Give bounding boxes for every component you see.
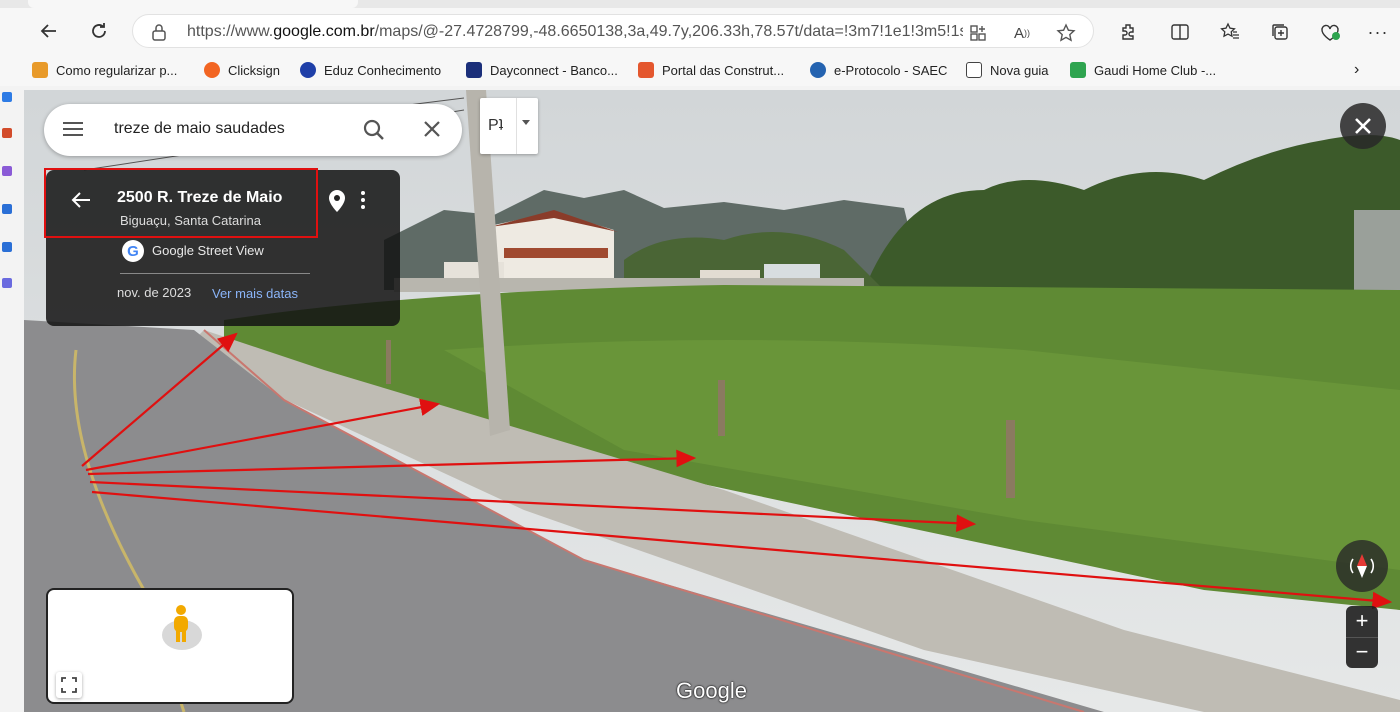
pegman-icon [170,604,192,649]
pegman-selector-label: Pʇ [488,117,504,134]
bookmarks-bar: Como regularizar p... Clicksign Eduz Con… [0,54,1400,86]
sidebar-icon-5[interactable] [2,166,12,176]
chevron-down-icon[interactable] [522,120,530,125]
capture-date: nov. de 2023 [117,285,192,300]
bookmark-item[interactable]: Clicksign [204,60,280,80]
search-icon[interactable] [362,118,386,147]
sidebar-icon-3[interactable] [2,92,12,102]
chevron-right-icon[interactable]: › [1354,60,1359,80]
more-options-icon[interactable] [360,190,366,215]
bookmark-item[interactable]: e-Protocolo - SAEC [810,60,947,80]
sidebar-icon-7[interactable] [2,242,12,252]
bookmark-favicon-icon [300,62,316,78]
browser-essentials-icon[interactable] [1318,20,1342,44]
browser-toolbar: https://www.google.com.br/maps/@-27.4728… [0,8,1400,54]
url-text[interactable]: https://www.google.com.br/maps/@-27.4728… [187,23,963,41]
bookmark-item[interactable]: Eduz Conhecimento [300,60,441,80]
zoom-in-button[interactable]: + [1346,606,1378,637]
bookmark-favicon-icon [1070,62,1086,78]
refresh-icon[interactable] [84,16,114,46]
split-screen-icon[interactable] [1168,20,1192,44]
extensions-icon[interactable] [1116,20,1140,44]
close-search-icon[interactable] [422,119,442,144]
active-tab[interactable] [28,0,358,8]
arrow-line [85,398,441,472]
bookmark-favicon-icon [204,62,220,78]
bookmark-favicon-icon [810,62,826,78]
lock-icon[interactable] [151,23,167,46]
google-g-icon: G [122,240,144,262]
zoom-controls: + − [1346,606,1378,668]
app-available-icon[interactable] [967,22,989,44]
mini-map[interactable] [46,588,294,704]
annotation-highlight-box [44,168,318,238]
bookmark-favicon-icon [966,62,982,78]
favorite-star-icon[interactable] [1055,22,1077,44]
sidebar-icon-6[interactable] [2,204,12,214]
bookmark-item[interactable]: Dayconnect - Banco... [466,60,618,80]
browser-sidebar [0,0,24,712]
more-dates-link[interactable]: Ver mais datas [212,286,298,301]
address-bar[interactable]: https://www.google.com.br/maps/@-27.4728… [132,14,1094,48]
google-logo: Google [676,678,747,703]
collections-icon[interactable] [1268,20,1292,44]
bookmark-item[interactable]: Como regularizar p... [32,60,177,80]
divider [516,98,517,154]
search-box[interactable]: treze de maio saudades [44,104,462,156]
expand-map-icon[interactable] [56,672,82,698]
close-icon [1355,118,1371,134]
menu-icon[interactable] [62,120,84,143]
zoom-out-button[interactable]: − [1346,637,1378,668]
tab-strip [0,0,1400,8]
search-input[interactable]: treze de maio saudades [114,120,285,138]
street-view-panorama[interactable]: treze de maio saudades Pʇ 2500 R. Treze … [24,90,1400,712]
sidebar-icon-8[interactable] [2,278,12,288]
bookmark-favicon-icon [32,62,48,78]
source-label: Google Street View [152,243,264,258]
arrow-line [87,449,697,476]
bookmark-item[interactable]: Nova guia [966,60,1049,80]
sidebar-icon-4[interactable] [2,128,12,138]
read-aloud-icon[interactable]: A)) [1011,22,1033,44]
bookmark-favicon-icon [466,62,482,78]
back-icon[interactable] [34,16,64,46]
bookmark-favicon-icon [638,62,654,78]
bookmark-item[interactable]: Portal das Construt... [638,60,784,80]
arrow-line [91,490,1393,610]
settings-more-icon[interactable]: ··· [1366,20,1390,44]
bookmark-item[interactable]: Gaudi Home Club -... [1070,60,1216,80]
favorites-icon[interactable] [1218,20,1242,44]
pegman-selector[interactable]: Pʇ [480,98,538,154]
map-pin-icon[interactable] [328,189,346,218]
close-street-view-button[interactable] [1340,103,1386,149]
compass-icon[interactable] [1336,540,1388,592]
divider [120,273,310,274]
